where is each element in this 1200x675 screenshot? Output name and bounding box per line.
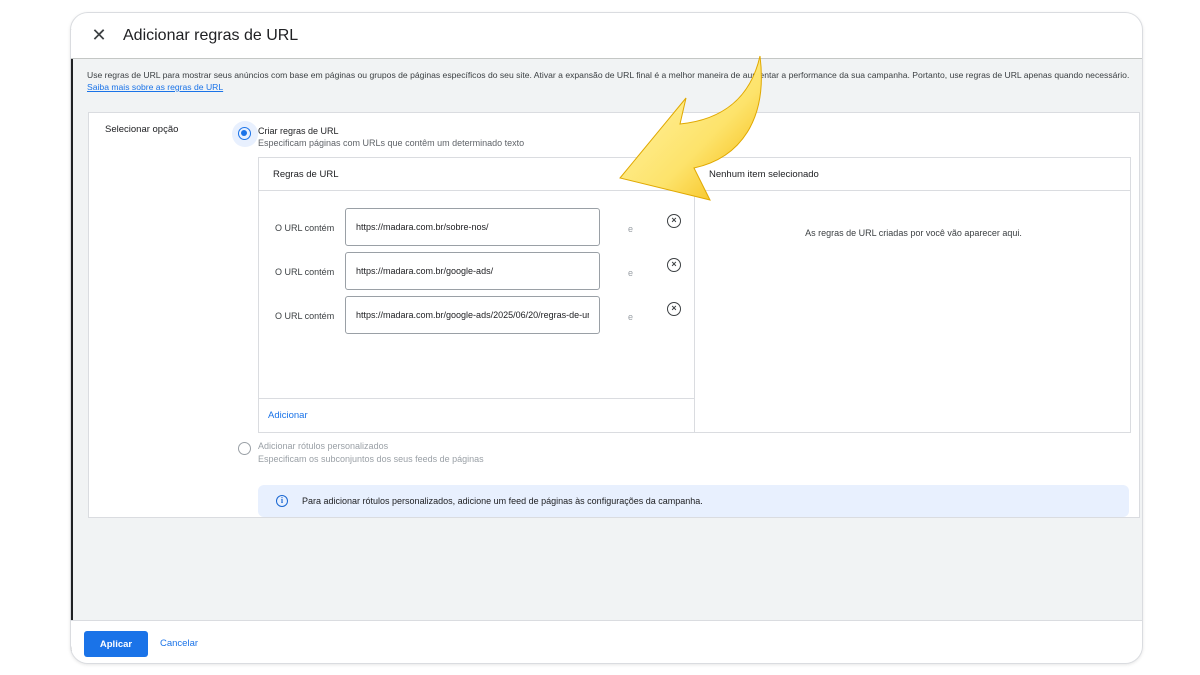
rule-connector: e	[628, 312, 634, 322]
option-create-url-rules-title[interactable]: Criar regras de URL	[258, 126, 339, 136]
dialog-title: Adicionar regras de URL	[123, 26, 299, 44]
add-divider	[259, 398, 695, 399]
remove-rule-icon[interactable]: ×	[667, 258, 681, 272]
info-banner-text: Para adicionar rótulos personalizados, a…	[302, 496, 703, 506]
url-rule-row: O URL contém e ×	[259, 208, 695, 246]
apply-button[interactable]: Aplicar	[84, 631, 148, 657]
select-option-label: Selecionar opção	[105, 124, 179, 135]
rule-condition-label: O URL contém	[275, 311, 335, 321]
dialog-frame: ✕ Adicionar regras de URL Use regras de …	[70, 12, 1143, 664]
option-custom-labels-title[interactable]: Adicionar rótulos personalizados	[258, 441, 388, 451]
empty-state-message: As regras de URL criadas por você vão ap…	[805, 228, 1022, 238]
dialog-footer: Aplicar Cancelar	[71, 620, 1142, 663]
cancel-button[interactable]: Cancelar	[160, 638, 198, 649]
learn-more-link[interactable]: Saiba mais sobre as regras de URL	[87, 82, 223, 92]
radio-custom-labels[interactable]	[238, 442, 251, 455]
url-rules-editor: Regras de URL O URL contém e × O URL con…	[259, 158, 695, 432]
url-rules-panel: Regras de URL O URL contém e × O URL con…	[258, 157, 1131, 433]
options-card: Selecionar opção Criar regras de URL Esp…	[88, 112, 1140, 518]
rule-url-input[interactable]	[345, 252, 600, 290]
rule-condition-label: O URL contém	[275, 223, 335, 233]
info-icon: i	[276, 495, 288, 507]
rule-connector: e	[628, 268, 634, 278]
info-banner: i Para adicionar rótulos personalizados,…	[258, 485, 1129, 517]
rule-url-input[interactable]	[345, 296, 600, 334]
url-rules-header: Regras de URL	[259, 158, 694, 191]
dialog-header: ✕ Adicionar regras de URL	[71, 13, 1142, 59]
rule-condition-label: O URL contém	[275, 267, 335, 277]
close-icon[interactable]: ✕	[89, 25, 109, 46]
remove-rule-icon[interactable]: ×	[667, 302, 681, 316]
frame-edge	[71, 29, 73, 651]
rule-url-input[interactable]	[345, 208, 600, 246]
option-custom-labels-subtitle: Especificam os subconjuntos dos seus fee…	[258, 454, 484, 464]
rule-connector: e	[628, 224, 634, 234]
dialog-description: Use regras de URL para mostrar seus anún…	[87, 69, 1137, 93]
selected-items-header: Nenhum item selecionado	[696, 158, 1131, 191]
option-create-url-rules-subtitle: Especificam páginas com URLs que contêm …	[258, 138, 525, 148]
url-rule-row: O URL contém e ×	[259, 296, 695, 334]
description-text: Use regras de URL para mostrar seus anún…	[87, 70, 1130, 80]
radio-create-url-rules[interactable]	[238, 127, 251, 140]
add-rule-link[interactable]: Adicionar	[268, 410, 308, 421]
remove-rule-icon[interactable]: ×	[667, 214, 681, 228]
url-rule-row: O URL contém e ×	[259, 252, 695, 290]
